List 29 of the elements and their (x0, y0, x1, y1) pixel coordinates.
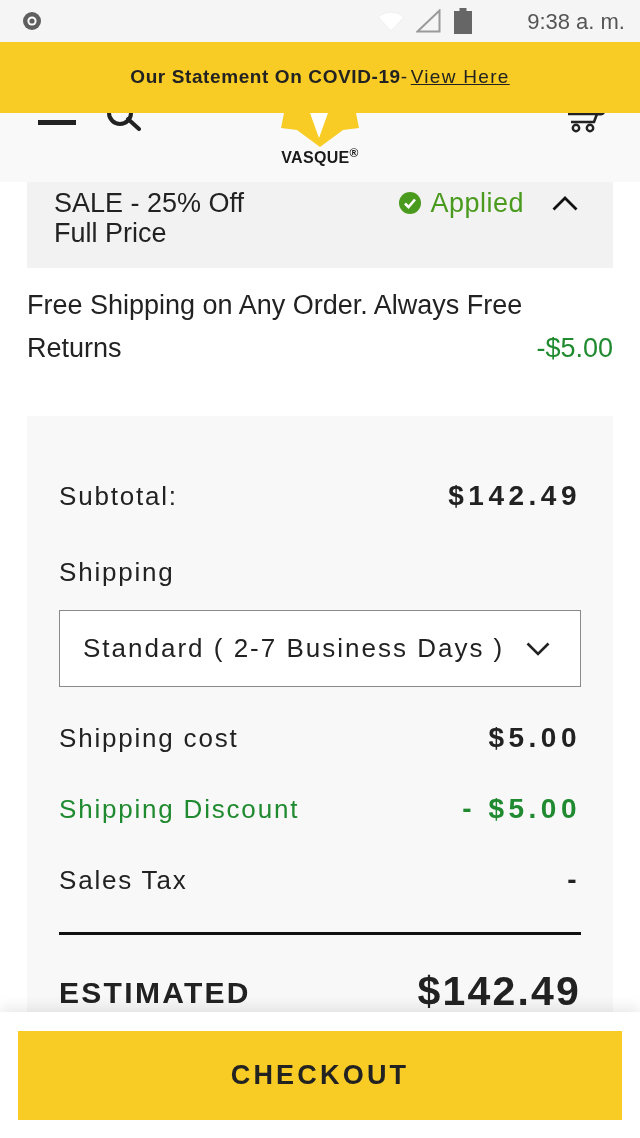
row-value: - $5.00 (462, 792, 581, 826)
row-label: Shipping Discount (59, 792, 300, 826)
shipping-select[interactable]: Standard ( 2-7 Business Days ) (59, 610, 581, 687)
view-here-link[interactable]: View Here (410, 63, 510, 92)
status-time: 9:38 a. m. (527, 7, 625, 36)
chevron-up-icon[interactable] (552, 195, 578, 211)
chevron-down-icon (526, 641, 550, 656)
row-label: Sales Tax (59, 863, 188, 897)
brand-logo-text: VASQUE$^{®}$ (281, 150, 359, 166)
signal-icon (416, 9, 442, 33)
cart-icon[interactable] (567, 113, 605, 133)
banner-text: Our Statement On COVID-19- (130, 65, 408, 90)
row-value: $142.49 (448, 479, 581, 513)
checkout-button[interactable]: CHECKOUT (18, 1031, 622, 1120)
check-circle-icon (399, 192, 422, 214)
promo-title: SALE - 25% Off Full Price (54, 188, 246, 248)
battery-icon (454, 8, 473, 34)
row-value: $5.00 (488, 721, 581, 755)
row-label: Shipping cost (59, 721, 239, 755)
total-value: $142.49 (417, 967, 581, 1012)
total-label: ESTIMATED (59, 974, 251, 1011)
shipping-note-amount: -$5.00 (536, 332, 613, 365)
record-icon (23, 12, 41, 30)
shipping-note: Free Shipping on Any Order. Always Free Returns (27, 289, 524, 365)
promo-status: Applied (430, 186, 524, 220)
search-icon[interactable] (107, 113, 141, 131)
row-label: Subtotal: (59, 479, 178, 513)
row-label: Shipping (59, 556, 176, 589)
row-value: - (567, 863, 581, 897)
